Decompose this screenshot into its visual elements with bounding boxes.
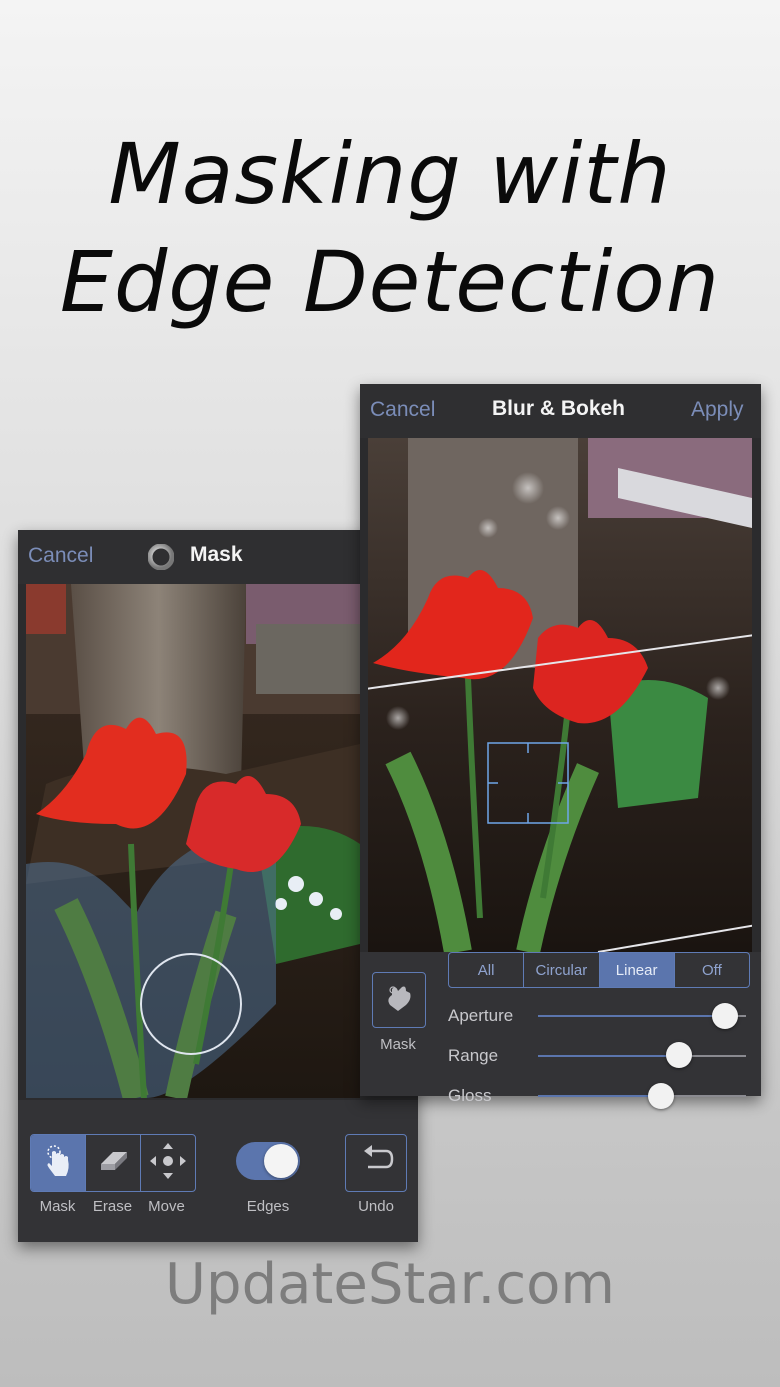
mask-tool-button[interactable]	[31, 1135, 86, 1191]
range-fill	[538, 1055, 680, 1057]
hand-touch-icon	[384, 983, 414, 1017]
headline-line-1: Masking with	[108, 125, 672, 223]
ring-icon	[147, 543, 175, 571]
blur-toolbar: Mask All Circular Linear Off Aperture Ra…	[360, 952, 761, 1109]
blur-screen: Cancel Blur & Bokeh Apply Mask All Circu…	[360, 384, 761, 1109]
mode-off[interactable]: Off	[675, 953, 749, 987]
mask-navbar: Cancel Mask	[18, 530, 418, 584]
mode-all[interactable]: All	[449, 953, 525, 987]
blur-mode-selector: All Circular Linear Off	[448, 952, 750, 988]
range-slider[interactable]	[538, 1055, 746, 1057]
gloss-fill	[538, 1095, 661, 1097]
blur-navbar: Cancel Blur & Bokeh Apply	[360, 384, 761, 438]
apply-button[interactable]: Apply	[691, 398, 744, 422]
mask-tool-group	[30, 1134, 196, 1192]
aperture-knob[interactable]	[712, 1003, 739, 1029]
gloss-knob[interactable]	[647, 1083, 674, 1109]
mask-title: Mask	[190, 543, 243, 566]
move-tool-label: Move	[148, 1198, 185, 1215]
move-arrows-icon	[149, 1142, 187, 1184]
mask-photo-canvas[interactable]	[26, 584, 360, 1098]
undo-icon	[358, 1145, 394, 1181]
eraser-icon	[97, 1150, 129, 1176]
mask-tool-label: Mask	[39, 1198, 76, 1215]
mode-circular[interactable]: Circular	[524, 953, 600, 987]
mode-linear[interactable]: Linear	[599, 953, 675, 987]
move-tool-button[interactable]	[141, 1135, 195, 1191]
cancel-button[interactable]: Cancel	[28, 544, 93, 568]
edges-toggle[interactable]	[236, 1142, 300, 1180]
watermark: UpdateStar.com	[165, 1252, 615, 1317]
erase-tool-label: Erase	[92, 1198, 133, 1215]
undo-label: Undo	[358, 1198, 394, 1215]
range-knob[interactable]	[666, 1042, 693, 1068]
edges-label: Edges	[246, 1198, 290, 1215]
range-label: Range	[448, 1046, 499, 1065]
mask-screen: Cancel Mask Mask Erase Move Edges Undo	[18, 530, 418, 1242]
gloss-label: Gloss	[448, 1086, 492, 1105]
mask-button[interactable]	[372, 972, 426, 1028]
gloss-slider[interactable]	[538, 1095, 746, 1097]
blur-photo-canvas[interactable]	[368, 438, 752, 952]
hand-touch-icon	[44, 1144, 72, 1182]
headline-line-2: Edge Detection	[59, 233, 721, 331]
blur-title: Blur & Bokeh	[492, 397, 626, 420]
edges-toggle-knob	[264, 1144, 298, 1178]
undo-button[interactable]	[345, 1134, 407, 1192]
mask-button-label: Mask	[380, 1036, 416, 1053]
cancel-button[interactable]: Cancel	[370, 398, 435, 422]
mask-toolbar: Mask Erase Move Edges Undo	[18, 1100, 418, 1242]
aperture-fill	[538, 1015, 726, 1017]
erase-tool-button[interactable]	[86, 1135, 141, 1191]
aperture-label: Aperture	[448, 1006, 514, 1025]
